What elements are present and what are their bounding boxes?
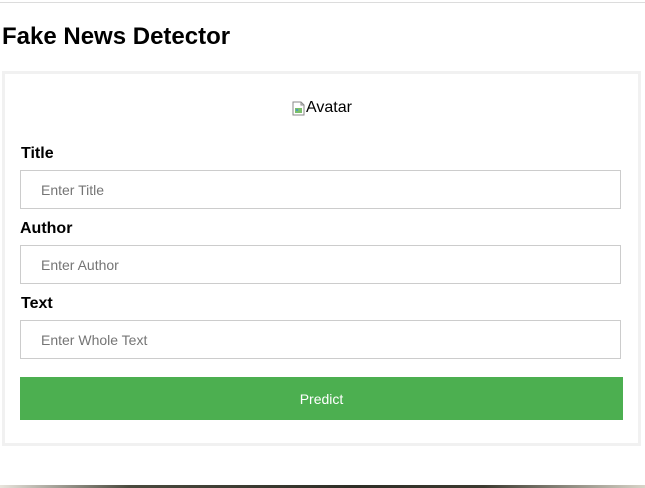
broken-image-icon [292, 101, 305, 116]
title-label: Title [21, 145, 54, 162]
title-input[interactable] [20, 170, 621, 209]
top-divider [0, 2, 645, 3]
text-label: Text [21, 295, 53, 312]
author-label: Author [20, 220, 73, 237]
avatar: Avatar [292, 98, 352, 118]
page-title: Fake News Detector [2, 23, 231, 50]
prediction-form-card: Avatar Title Author Text Predict [2, 71, 641, 446]
avatar-alt-text: Avatar [306, 99, 352, 116]
text-input[interactable] [20, 320, 621, 359]
predict-button[interactable]: Predict [20, 377, 623, 420]
author-input[interactable] [20, 245, 621, 284]
